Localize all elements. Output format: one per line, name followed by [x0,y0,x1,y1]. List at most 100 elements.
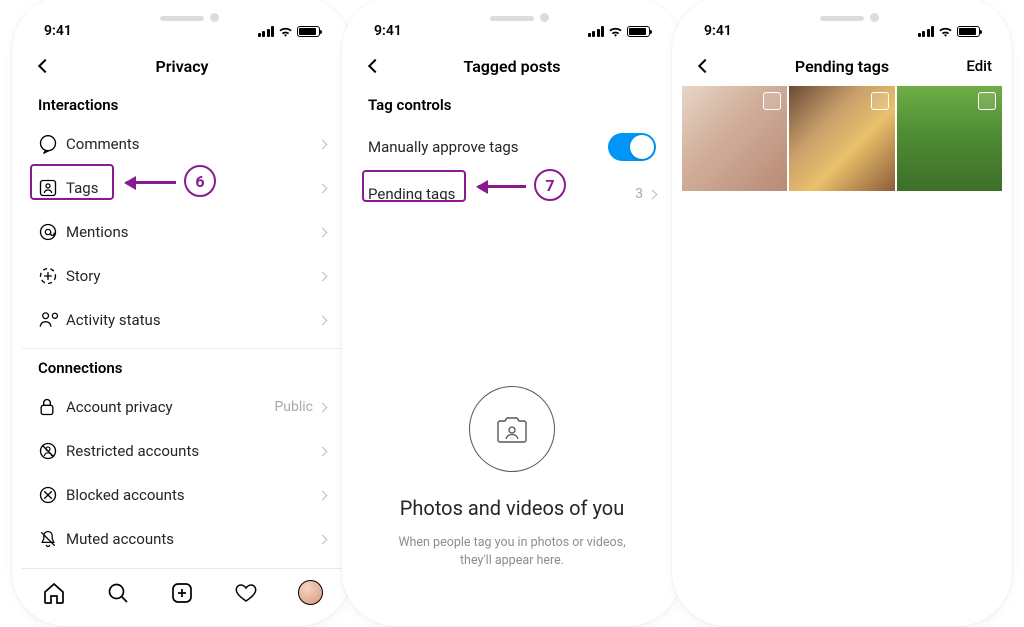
restricted-icon [38,441,58,461]
phone-tagged-posts: 9:41 Tagged posts Tag controls Manually … [352,6,672,616]
arrow-step6 [126,181,176,184]
story-icon [38,266,58,286]
back-button[interactable] [364,55,386,77]
row-tags[interactable]: Tags [22,166,342,210]
status-time: 9:41 [374,23,402,39]
row-manually-approve[interactable]: Manually approve tags [352,122,672,172]
heart-icon [234,581,258,605]
wifi-icon [278,26,293,37]
nav-header: Pending tags Edit [682,46,1002,86]
page-title: Pending tags [795,57,889,76]
row-activity[interactable]: Activity status [22,298,342,342]
row-value: Public [274,399,313,415]
device-notch [437,6,587,32]
step-badge-6: 6 [184,165,216,197]
search-icon [106,581,130,605]
nav-header: Privacy [22,46,342,86]
chevron-right-icon [318,534,328,544]
avatar-icon [298,580,323,605]
toggle-label: Manually approve tags [368,138,608,156]
tab-profile[interactable] [297,580,323,606]
status-icons [918,26,981,37]
select-checkbox[interactable] [978,92,996,110]
toggle-manually-approve[interactable] [608,133,656,161]
empty-icon-circle [469,386,555,472]
pending-content: 8 [682,86,1002,616]
tab-activity[interactable] [233,580,259,606]
tab-search[interactable] [105,580,131,606]
chevron-right-icon [318,139,328,149]
row-label: Mentions [66,223,319,241]
blocked-icon [38,485,58,505]
empty-title: Photos and videos of you [382,496,642,520]
chevron-right-icon [648,189,658,199]
pending-grid [682,86,1002,191]
chevron-right-icon [318,227,328,237]
signal-icon [918,26,935,37]
arrow-step7 [478,185,526,188]
section-connections: Connections [22,349,342,385]
row-label: Activity status [66,311,319,329]
tagged-content: Tag controls Manually approve tags Pendi… [352,86,672,616]
device-notch [767,6,917,32]
row-comments[interactable]: Comments [22,122,342,166]
tag-icon [38,178,58,198]
section-interactions: Interactions [22,86,342,122]
pending-count: 3 [635,186,643,202]
row-close-friends[interactable]: Close friends [22,561,342,568]
signal-icon [258,26,275,37]
pending-thumb-2[interactable] [789,86,894,191]
phone-privacy: 9:41 Privacy Interactions Comments Tags … [22,6,342,616]
mention-icon [38,222,58,242]
nav-header: Tagged posts [352,46,672,86]
phone-pending-tags: 9:41 Pending tags Edit 8 [682,6,1002,616]
page-title: Privacy [156,57,209,76]
row-label: Story [66,267,319,285]
row-label: Muted accounts [66,530,319,548]
step-badge-7: 7 [534,169,566,201]
status-icons [588,26,651,37]
lock-icon [38,397,56,417]
chevron-left-icon [698,59,712,73]
pending-thumb-1[interactable] [682,86,787,191]
edit-button[interactable]: Edit [966,57,992,75]
chevron-right-icon [318,402,328,412]
row-story[interactable]: Story [22,254,342,298]
comment-icon [38,134,58,154]
status-icons [258,26,321,37]
section-tag-controls: Tag controls [352,86,672,122]
home-icon [42,581,66,605]
chevron-right-icon [318,271,328,281]
wifi-icon [608,26,623,37]
row-mentions[interactable]: Mentions [22,210,342,254]
tab-new-post[interactable] [169,580,195,606]
photos-of-you-icon [492,409,532,449]
tab-home[interactable] [41,580,67,606]
plus-square-icon [170,581,194,605]
signal-icon [588,26,605,37]
chevron-right-icon [318,446,328,456]
row-pending-tags[interactable]: Pending tags 3 [352,172,672,216]
bottom-tab-bar [22,568,342,616]
chevron-right-icon [318,490,328,500]
empty-state: Photos and videos of you When people tag… [352,326,672,570]
muted-icon [38,529,58,549]
battery-icon [957,26,980,37]
row-account-privacy[interactable]: Account privacy Public [22,385,342,429]
row-blocked[interactable]: Blocked accounts [22,473,342,517]
pending-thumb-3[interactable] [897,86,1002,191]
select-checkbox[interactable] [763,92,781,110]
select-checkbox[interactable] [871,92,889,110]
page-title: Tagged posts [463,57,560,76]
back-button[interactable] [694,55,716,77]
back-button[interactable] [34,55,56,77]
row-label: Blocked accounts [66,486,319,504]
chevron-left-icon [368,59,382,73]
status-time: 9:41 [44,23,72,39]
chevron-left-icon [38,59,52,73]
chevron-right-icon [318,183,328,193]
row-restricted[interactable]: Restricted accounts [22,429,342,473]
row-muted[interactable]: Muted accounts [22,517,342,561]
row-label: Comments [66,135,319,153]
row-label: Restricted accounts [66,442,319,460]
